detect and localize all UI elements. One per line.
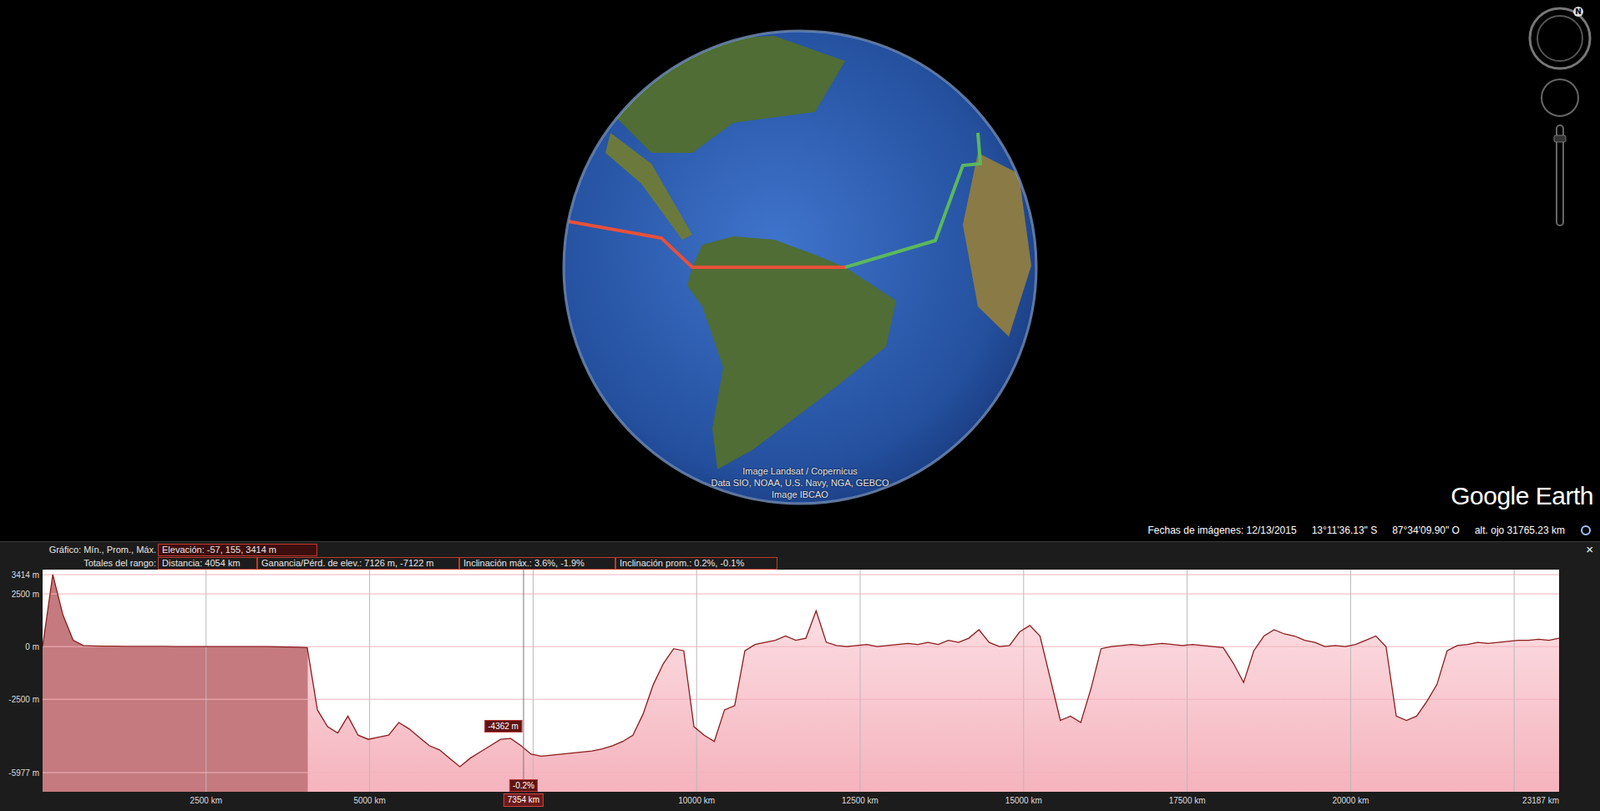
- status-bar: Fechas de imágenes: 12/13/2015 13°11'36.1…: [1148, 524, 1592, 537]
- x-tick-label: 20000 km: [1331, 795, 1369, 806]
- summary-label: Gráfico: Mín., Prom., Máx.: [0, 544, 158, 555]
- streaming-icon: [1579, 524, 1592, 537]
- ocean: [564, 31, 1036, 503]
- stat-box: Elevación: -57, 155, 3414 m: [157, 543, 318, 557]
- attribution-line: Image IBCAO: [771, 488, 829, 501]
- attribution-line: Image Landsat / Copernicus: [742, 465, 858, 477]
- grid-line: [42, 593, 1560, 595]
- y-tick-label: 0 m: [25, 642, 40, 652]
- y-tick-label: -5977 m: [8, 768, 40, 778]
- x-tick-label: 12500 km: [841, 795, 879, 806]
- grid-line: [696, 569, 698, 792]
- elevation-area: [42, 574, 1560, 792]
- imagery-date: Fechas de imágenes: 12/13/2015: [1148, 524, 1297, 537]
- grid-line: [1513, 569, 1515, 792]
- south-america-shape: [687, 236, 897, 470]
- elevation-profile-panel: Gráfico: Mín., Prom., Máx.Elevación: -57…: [0, 541, 1600, 811]
- elevation-tooltip: -4362 m: [484, 719, 522, 733]
- eye-altitude: alt. ojo 31765.23 km: [1474, 524, 1565, 537]
- elevation-plot[interactable]: -4362 m -0.2%: [42, 569, 1560, 792]
- grid-line: [42, 772, 1560, 774]
- svg-text:N: N: [1574, 7, 1582, 16]
- grid-line: [205, 569, 207, 792]
- attribution-line: Data SIO, NOAA, U.S. Navy, NGA, GEBCO: [710, 476, 889, 489]
- y-axis: 3414 m 2500 m 0 m -2500 m -5977 m: [0, 569, 43, 792]
- grid-line: [532, 569, 534, 792]
- route-line[interactable]: [845, 132, 981, 268]
- cursor-distance-label: 7354 km: [503, 793, 544, 807]
- globe[interactable]: [549, 16, 1051, 518]
- close-button[interactable]: ×: [1579, 542, 1600, 556]
- range-row: Totales del rango:Distancia: 4054 kmGana…: [0, 556, 1580, 570]
- grid-line: [859, 569, 861, 792]
- grid-line: [1350, 569, 1352, 792]
- google-earth-window: Image Landsat / CopernicusData SIO, NOAA…: [0, 0, 1600, 811]
- stat-box: Inclinación máx.: 3.6%, -1.9%: [459, 556, 616, 570]
- x-tick-label: 10000 km: [678, 795, 715, 806]
- grid-line: [42, 698, 1560, 700]
- chart-row: 3414 m 2500 m 0 m -2500 m -5977 m -4362 m -0.2…: [0, 569, 1600, 792]
- attribution: Image Landsat / CopernicusData SIO, NOAA…: [710, 465, 889, 501]
- range-label: Totales del rango:: [0, 557, 158, 568]
- north-america-shape: [610, 35, 846, 153]
- elevation-line: [42, 574, 1560, 767]
- compass-icon[interactable]: N: [1526, 5, 1594, 72]
- stat-box: Inclinación prom.: 0.2%, -0.1%: [615, 556, 778, 570]
- stat-box: Ganancia/Pérd. de elev.: 7126 m, -7122 m: [257, 556, 460, 570]
- elevation-chart[interactable]: [42, 569, 1560, 792]
- central-america-shape: [605, 132, 693, 240]
- summary-row: Gráfico: Mín., Prom., Máx.Elevación: -57…: [0, 542, 1580, 557]
- zoom-slider-icon[interactable]: [1549, 123, 1570, 228]
- stat-box: Distancia: 4054 km: [157, 556, 258, 570]
- x-tick-label: 2500 km: [190, 795, 223, 806]
- y-tick-label: 2500 m: [11, 589, 40, 599]
- x-tick-label: 15000 km: [1005, 795, 1043, 806]
- y-tick-label: 3414 m: [11, 570, 40, 580]
- latitude: 13°11'36.13" S: [1311, 524, 1378, 537]
- map-view[interactable]: Image Landsat / CopernicusData SIO, NOAA…: [0, 0, 1600, 542]
- selected-range[interactable]: [42, 574, 309, 792]
- longitude: 87°34'09.90" O: [1392, 524, 1460, 537]
- slope-tooltip: -0.2%: [509, 779, 538, 792]
- profile-header: Gráfico: Mín., Prom., Máx.Elevación: -57…: [0, 541, 1600, 570]
- route-line[interactable]: [567, 221, 846, 268]
- grid-line: [1022, 569, 1024, 792]
- atmosphere: [563, 30, 1037, 504]
- logo: Google Earth: [1450, 481, 1594, 511]
- x-tick-label: 23187 km: [1522, 795, 1560, 806]
- x-tick-label: 5000 km: [353, 795, 385, 806]
- navigation-controls: N: [1526, 5, 1594, 228]
- grid-line: [369, 569, 370, 792]
- grid-line: [1186, 569, 1188, 792]
- grid-line: [42, 574, 1560, 576]
- x-tick-label: 17500 km: [1169, 795, 1206, 806]
- look-joystick-icon[interactable]: [1539, 76, 1581, 119]
- cursor-line[interactable]: [522, 569, 524, 792]
- y-tick-label: -2500 m: [8, 694, 40, 704]
- x-axis: 2500 km 5000 km 10000 km 12500 km 15000 km 17…: [0, 791, 1600, 811]
